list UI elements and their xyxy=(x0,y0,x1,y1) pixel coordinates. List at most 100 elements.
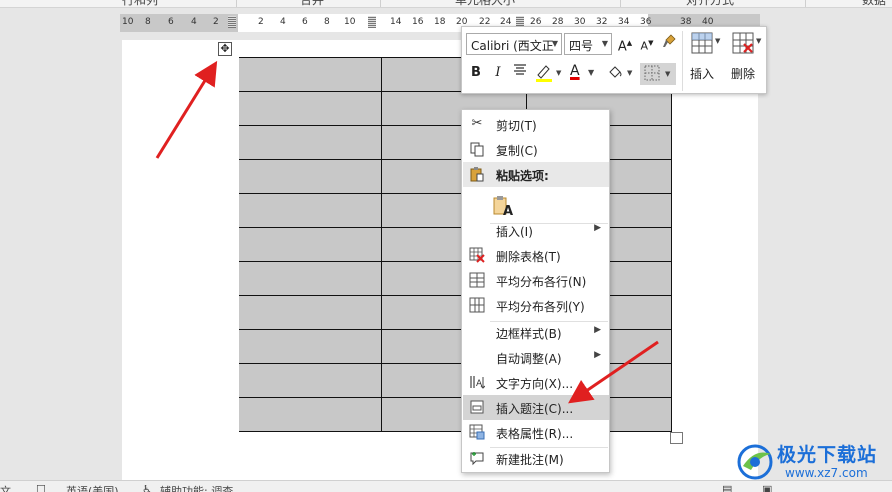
svg-text:▼: ▼ xyxy=(756,37,762,45)
align-center-button[interactable] xyxy=(510,63,530,85)
scissors-icon: ✂ xyxy=(471,116,483,131)
context-menu: ✂ 剪切(T) 复制(C) 粘贴选项: A 插入(I) ▶ 删除表格(T) 平均… xyxy=(461,109,610,473)
ruler-column-marker[interactable] xyxy=(228,16,236,28)
status-accessibility[interactable]: 辅助功能: 调查 xyxy=(160,483,233,492)
grow-font-icon: A xyxy=(617,39,627,55)
new-comment-icon xyxy=(469,450,485,466)
watermark-url: www.xz7.com xyxy=(785,466,868,480)
table-cell[interactable] xyxy=(233,125,382,160)
menu-item-insert-caption[interactable]: 插入题注(C)... xyxy=(463,395,609,420)
ruler-number: 8 xyxy=(145,17,151,27)
ruler-number: 4 xyxy=(191,17,197,27)
menu-item-border-styles[interactable]: 边框样式(B) ▶ xyxy=(463,320,609,345)
watermark: 极光下载站 www.xz7.com xyxy=(733,440,892,484)
menu-item-label: 文字方向(X)... xyxy=(496,377,574,391)
copy-icon xyxy=(469,141,485,157)
menu-item-copy[interactable]: 复制(C) xyxy=(463,137,609,162)
insert-caption-icon xyxy=(469,399,485,415)
format-painter-icon[interactable] xyxy=(660,33,678,55)
ribbon-group-alignment: 对齐方式 xyxy=(686,0,735,7)
ruler-number: 14 xyxy=(390,17,402,27)
table-cell[interactable] xyxy=(233,261,382,296)
menu-item-label: 删除表格(T) xyxy=(496,250,561,264)
menu-item-autofit[interactable]: 自动调整(A) ▶ xyxy=(463,345,609,370)
insert-label: 插入 xyxy=(690,67,715,81)
submenu-arrow-icon: ▶ xyxy=(594,325,601,335)
distribute-columns-icon xyxy=(469,297,485,313)
ruler-number: 2 xyxy=(258,17,264,27)
ruler-number: 10 xyxy=(344,17,356,27)
ribbon-group-cell-size: 单元格大小 xyxy=(455,0,516,7)
table-cell[interactable] xyxy=(233,397,382,432)
bold-button[interactable]: B xyxy=(466,63,486,85)
font-color-button[interactable]: A ▼ xyxy=(566,63,600,85)
menu-item-label: 新建批注(M) xyxy=(496,453,564,467)
proofing-icon[interactable]: ☐ xyxy=(36,483,46,492)
paint-bucket-icon: ▼ xyxy=(609,66,633,78)
insert-table-icon: ▼ xyxy=(691,32,721,54)
menu-item-text-direction[interactable]: A 文字方向(X)... xyxy=(463,370,609,395)
delete-table-icon: ▼ xyxy=(732,32,762,54)
paste-keep-text-only-button[interactable]: A xyxy=(492,194,516,220)
borders-button[interactable]: ▼ xyxy=(640,63,676,85)
svg-text:▼: ▼ xyxy=(627,69,633,77)
ruler-column-marker[interactable] xyxy=(368,16,376,28)
align-center-icon xyxy=(514,64,526,75)
table-cell[interactable] xyxy=(233,159,382,194)
table-cell[interactable] xyxy=(233,193,382,228)
delete-table-icon xyxy=(469,247,485,263)
submenu-arrow-icon: ▶ xyxy=(594,350,601,360)
grow-font-button[interactable]: A▲ xyxy=(616,33,634,55)
clipboard-icon xyxy=(469,166,485,182)
table-properties-icon xyxy=(469,424,485,440)
font-name-select[interactable]: Calibri (西文正 ▼ xyxy=(466,33,562,55)
font-name-value: Calibri (西文正 xyxy=(471,39,554,53)
table-cell[interactable] xyxy=(233,91,382,126)
watermark-logo-icon xyxy=(737,444,773,480)
menu-item-label: 自动调整(A) xyxy=(496,352,562,366)
menu-item-delete-table[interactable]: 删除表格(T) xyxy=(463,243,609,268)
table-move-handle-icon[interactable]: ✥ xyxy=(218,42,232,56)
text-direction-icon: A xyxy=(469,374,486,390)
ruler-number: 16 xyxy=(412,17,424,27)
svg-text:▼: ▼ xyxy=(665,70,671,78)
italic-button[interactable]: I xyxy=(488,63,508,85)
mini-toolbar: Calibri (西文正 ▼ 四号 ▼ A▲ A▼ B I ▼ A ▼ ▼ ▼ … xyxy=(461,26,767,94)
paste-option-letter: A xyxy=(503,204,514,219)
table-cell[interactable] xyxy=(233,57,382,92)
shrink-font-button[interactable]: A▼ xyxy=(638,33,656,55)
menu-item-label: 平均分布各行(N) xyxy=(496,275,587,289)
ruler-number: 8 xyxy=(324,17,330,27)
menu-item-label: 粘贴选项: xyxy=(496,169,549,183)
menu-item-insert[interactable]: 插入(I) ▶ xyxy=(463,218,609,243)
shading-button[interactable]: ▼ xyxy=(604,63,636,85)
insert-table-button[interactable]: ▼ xyxy=(688,29,722,61)
ruler-number: 10 xyxy=(122,17,134,27)
menu-item-table-properties[interactable]: 表格属性(R)... xyxy=(463,420,609,445)
svg-text:▼: ▼ xyxy=(556,69,562,77)
menu-item-distribute-rows[interactable]: 平均分布各行(N) xyxy=(463,268,609,293)
table-cell[interactable] xyxy=(233,363,382,398)
delete-table-button[interactable]: ▼ xyxy=(728,29,764,61)
table-cell[interactable] xyxy=(233,227,382,262)
highlight-color-button[interactable]: ▼ xyxy=(532,63,564,85)
font-size-select[interactable]: 四号 ▼ xyxy=(564,33,612,55)
accessibility-icon: ♿ xyxy=(142,483,152,492)
chevron-down-icon: ▼ xyxy=(551,39,558,48)
status-language[interactable]: 英语(美国) xyxy=(66,483,119,492)
read-mode-icon[interactable]: ▤ xyxy=(722,483,732,492)
submenu-arrow-icon: ▶ xyxy=(594,223,601,233)
menu-item-new-comment[interactable]: 新建批注(M) xyxy=(463,446,609,471)
table-resize-handle[interactable] xyxy=(670,432,683,444)
table-cell[interactable] xyxy=(233,329,382,364)
menu-item-distribute-columns[interactable]: 平均分布各列(Y) xyxy=(463,293,609,318)
menu-item-label: 复制(C) xyxy=(496,144,538,158)
menu-item-label: 平均分布各列(Y) xyxy=(496,300,585,314)
print-layout-icon[interactable]: ▣ xyxy=(762,483,772,492)
borders-icon: ▼ xyxy=(644,65,671,81)
ruler-margin-left xyxy=(120,14,238,32)
delete-label: 删除 xyxy=(731,67,756,81)
chevron-down-icon: ▼ xyxy=(601,39,608,48)
table-cell[interactable] xyxy=(233,295,382,330)
menu-item-cut[interactable]: ✂ 剪切(T) xyxy=(463,112,609,137)
